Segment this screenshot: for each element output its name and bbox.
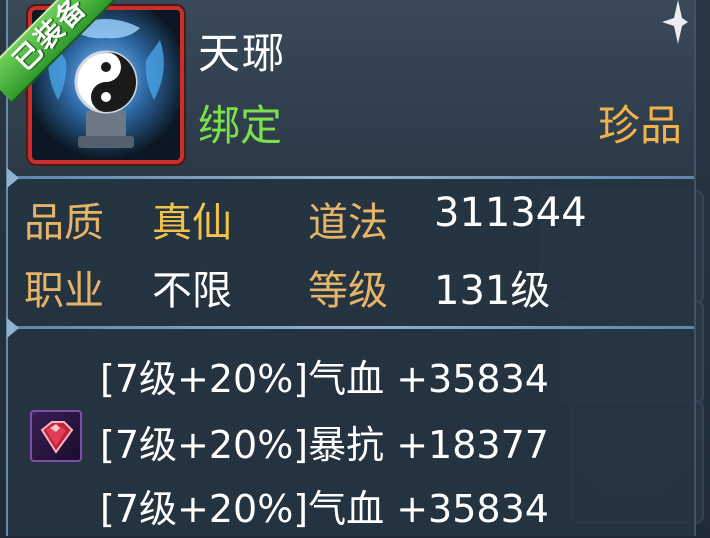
bind-status: 绑定 [198,101,283,150]
rarity-label: 珍品 [597,101,682,150]
level-label: 等级 [308,268,388,314]
item-tooltip: 已装备 天琊 绑定 珍品 品质 真仙 道法 311344 职业 不限 等级 13… [0,0,696,536]
class-label: 职业 [24,268,104,314]
gem-stat-row: [7级+20%]暴抗 +18377 [100,423,549,467]
item-name: 天琊 [198,29,287,78]
dao-value: 311344 [434,190,587,236]
level-value: 131级 [434,268,551,314]
gem-stat-row: [7级+20%]气血 +35834 [100,357,549,401]
red-gem-icon [40,421,74,454]
sparkle-icon [662,0,688,44]
quality-label: 品质 [24,200,104,246]
dao-label: 道法 [308,200,388,246]
gem-slot[interactable] [30,410,82,462]
divider-marker [7,318,19,338]
section-divider [8,326,694,329]
divider-marker [7,168,19,188]
section-divider [8,176,694,179]
quality-value: 真仙 [152,200,232,246]
class-value: 不限 [152,268,232,314]
gem-stat-row: [7级+20%]气血 +35834 [100,487,549,531]
